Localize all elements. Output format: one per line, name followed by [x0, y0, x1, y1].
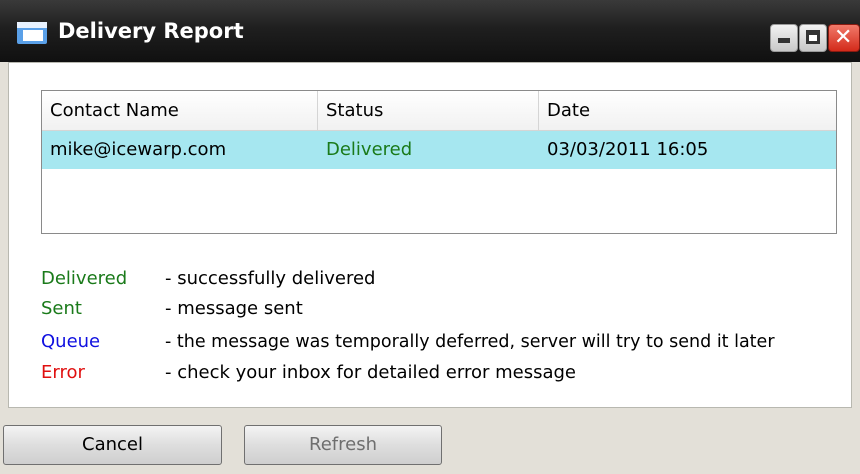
cell-date: 03/03/2011 16:05	[547, 139, 709, 160]
minimize-button[interactable]	[770, 24, 798, 52]
window-title: Delivery Report	[58, 19, 244, 43]
refresh-button[interactable]: Refresh	[244, 425, 442, 465]
column-header-status[interactable]: Status	[318, 91, 539, 131]
close-button[interactable]: ✕	[828, 24, 860, 52]
legend-item-delivered: Delivered - successfully delivered	[41, 267, 841, 291]
cancel-button[interactable]: Cancel	[3, 425, 222, 465]
title-bar[interactable]: Delivery Report ✕	[0, 0, 860, 62]
delivery-list[interactable]: Contact Name Status Date mike@icewarp.co…	[41, 90, 837, 234]
window-app-icon	[17, 22, 47, 44]
legend-description: - message sent	[165, 298, 303, 319]
delivery-report-window: Delivery Report ✕ Contact Name Status Da…	[0, 0, 860, 474]
legend-description: - check your inbox for detailed error me…	[165, 362, 576, 383]
minimize-icon	[778, 38, 790, 43]
legend-item-error: Error - check your inbox for detailed er…	[41, 361, 841, 385]
legend-status: Queue	[41, 331, 101, 352]
legend-description: - successfully delivered	[165, 268, 376, 289]
cell-status: Delivered	[326, 139, 413, 160]
maximize-icon	[806, 30, 820, 44]
close-icon: ✕	[834, 25, 853, 50]
legend-status: Delivered	[41, 268, 128, 289]
cell-contact-name: mike@icewarp.com	[50, 139, 227, 160]
legend-status: Sent	[41, 298, 82, 319]
legend-status: Error	[41, 362, 85, 383]
list-header: Contact Name Status Date	[42, 91, 836, 131]
column-header-date[interactable]: Date	[539, 91, 836, 131]
maximize-button[interactable]	[799, 24, 827, 52]
legend-item-sent: Sent - message sent	[41, 297, 841, 321]
legend-description: - the message was temporally deferred, s…	[165, 332, 775, 352]
column-header-contact-name[interactable]: Contact Name	[42, 91, 318, 131]
legend-item-queue: Queue - the message was temporally defer…	[41, 330, 841, 354]
table-row[interactable]: mike@icewarp.com Delivered 03/03/2011 16…	[42, 131, 836, 169]
